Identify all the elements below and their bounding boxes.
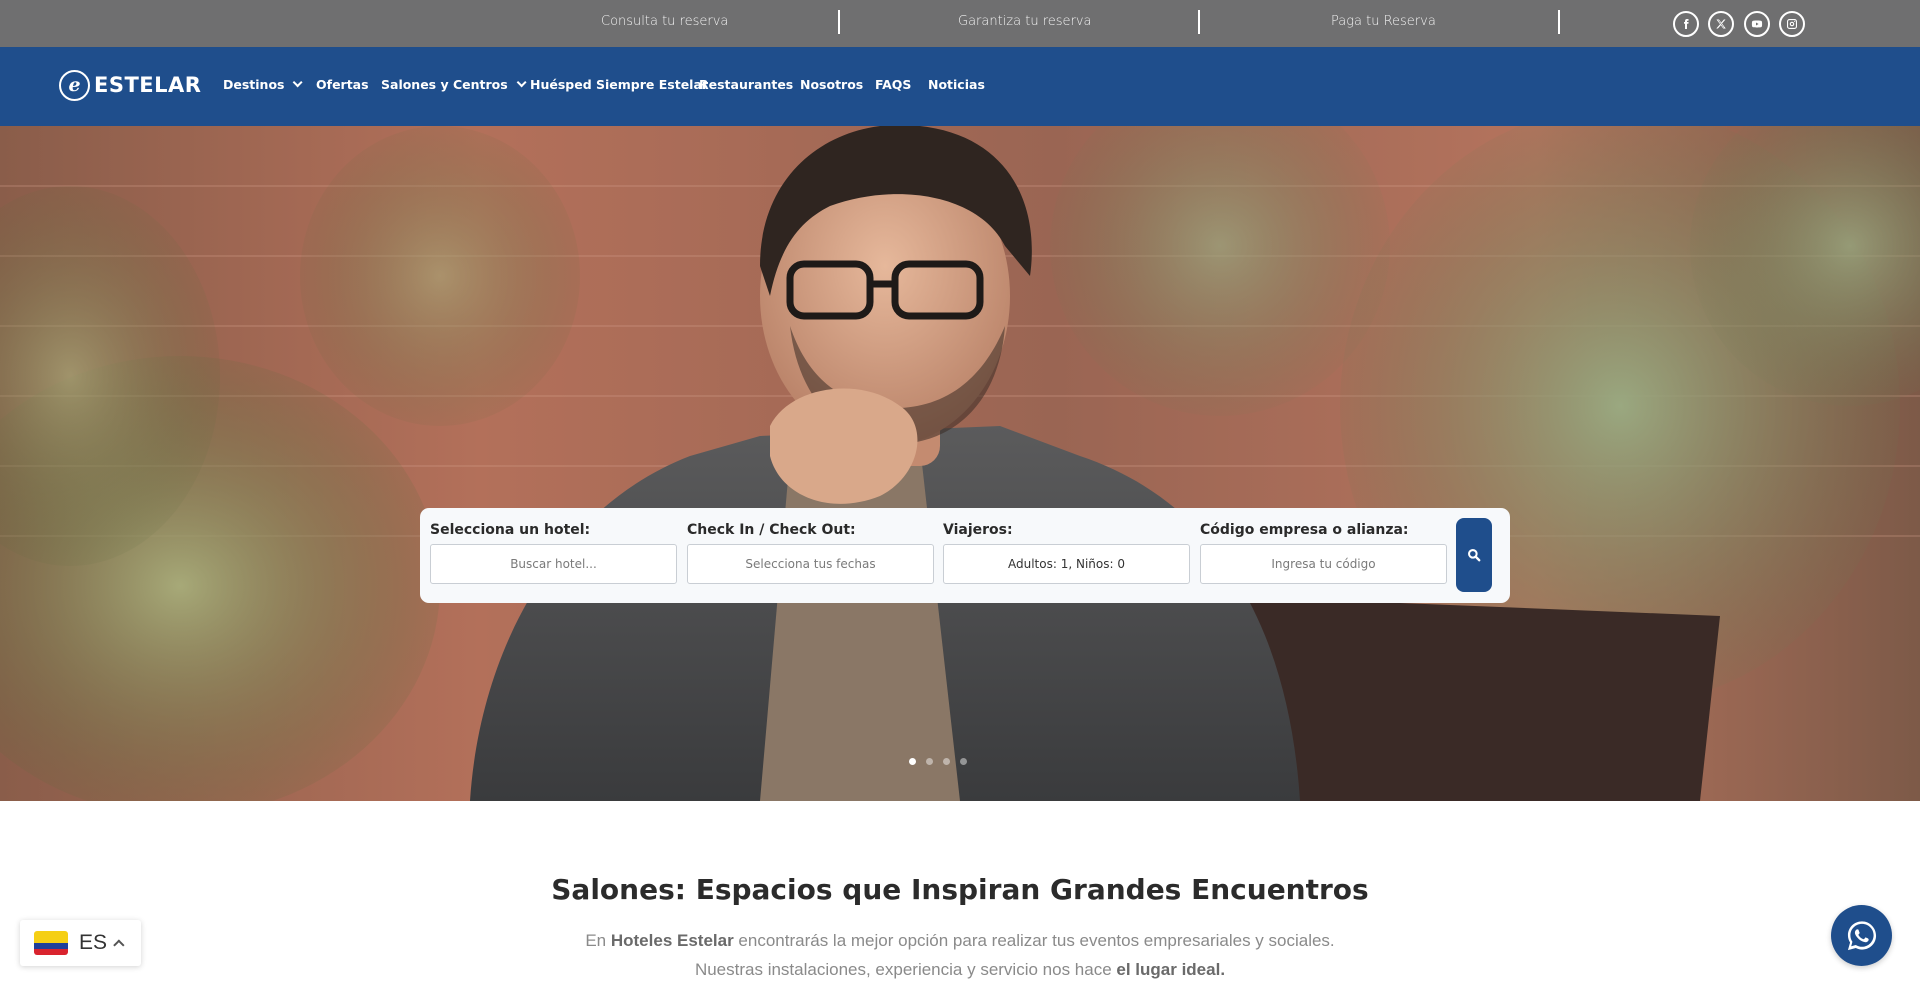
date-range-picker[interactable]: Selecciona tus fechas	[687, 544, 934, 584]
carousel-dot-2[interactable]	[926, 758, 933, 765]
search-button[interactable]	[1456, 518, 1492, 592]
language-switcher[interactable]: ES	[20, 920, 141, 966]
estelar-logo[interactable]: e ESTELAR	[59, 69, 201, 101]
nav-label: Destinos	[223, 77, 285, 92]
description-line-2: Nuestras instalaciones, experiencia y se…	[0, 955, 1920, 984]
nav-label: Ofertas	[316, 77, 369, 92]
top-utility-bar: Consulta tu reserva Garantiza tu reserva…	[0, 0, 1920, 47]
text-run: Nuestras instalaciones, experiencia y se…	[694, 960, 1117, 979]
colombia-flag-icon	[34, 931, 68, 955]
nav-label: Huésped Siempre Estelar	[530, 77, 709, 92]
x-twitter-icon[interactable]	[1708, 11, 1734, 37]
search-icon	[1468, 549, 1481, 562]
ideal-place-highlight: el lugar ideal.	[1116, 960, 1226, 979]
garantiza-reserva-link[interactable]: Garantiza tu reserva	[958, 14, 1092, 29]
carousel-dot-3[interactable]	[943, 758, 950, 765]
section-title: Salones: Espacios que Inspiran Grandes E…	[551, 873, 1369, 906]
nav-item-faqs[interactable]: FAQS	[875, 77, 911, 92]
youtube-icon[interactable]	[1744, 11, 1770, 37]
chevron-down-icon	[516, 77, 527, 88]
hotel-select-label: Selecciona un hotel:	[430, 522, 591, 538]
language-code: ES	[79, 931, 108, 954]
promo-code-input[interactable]: Ingresa tu código	[1200, 544, 1447, 584]
consulta-reserva-link[interactable]: Consulta tu reserva	[601, 14, 728, 29]
whatsapp-button[interactable]	[1831, 905, 1892, 966]
divider	[1198, 10, 1200, 34]
nav-item-ofertas[interactable]: Ofertas	[316, 77, 369, 92]
hero-banner	[0, 126, 1920, 801]
whatsapp-icon	[1847, 920, 1876, 950]
text-run: En	[585, 931, 611, 950]
nav-item-salones[interactable]: Salones y Centros	[381, 77, 527, 92]
text-run: encontrarás la mejor opción para realiza…	[733, 931, 1335, 950]
facebook-icon[interactable]	[1673, 11, 1699, 37]
section-description: En Hoteles Estelar encontrarás la mejor …	[0, 926, 1920, 984]
nav-item-destinos[interactable]: Destinos	[223, 77, 304, 92]
hero-photo	[0, 126, 1920, 801]
paga-reserva-link[interactable]: Paga tu Reserva	[1331, 14, 1436, 29]
logo-wordmark: ESTELAR	[94, 73, 202, 97]
carousel-dots	[909, 758, 967, 765]
nav-label: Nosotros	[800, 77, 864, 92]
nav-label: Noticias	[928, 77, 985, 92]
brand-name-highlight: Hoteles Estelar	[610, 931, 734, 950]
nav-label: Salones y Centros	[381, 77, 508, 92]
divider	[838, 10, 840, 34]
main-navigation: e ESTELAR Destinos Ofertas Salones y Cen…	[0, 47, 1920, 126]
promo-code-label: Código empresa o alianza:	[1200, 522, 1409, 538]
instagram-icon[interactable]	[1779, 11, 1805, 37]
nav-item-restaurantes[interactable]: Restaurantes	[699, 77, 793, 92]
divider	[1558, 10, 1560, 34]
description-line-1: En Hoteles Estelar encontrarás la mejor …	[0, 926, 1920, 955]
hotel-search-widget: Selecciona un hotel: Buscar hotel... Che…	[420, 508, 1510, 603]
nav-label: FAQS	[875, 77, 912, 92]
travelers-label: Viajeros:	[943, 522, 1013, 538]
nav-item-huesped[interactable]: Huésped Siempre Estelar	[530, 77, 708, 92]
carousel-dot-4[interactable]	[960, 758, 967, 765]
logo-mark: e	[59, 69, 90, 101]
dates-label: Check In / Check Out:	[687, 522, 856, 538]
nav-label: Restaurantes	[699, 77, 794, 92]
travelers-selector[interactable]: Adultos: 1, Niños: 0	[943, 544, 1190, 584]
nav-item-nosotros[interactable]: Nosotros	[800, 77, 863, 92]
chevron-up-icon	[113, 939, 125, 951]
hotel-search-input[interactable]: Buscar hotel...	[430, 544, 677, 584]
carousel-dot-1[interactable]	[909, 758, 916, 765]
nav-item-noticias[interactable]: Noticias	[928, 77, 985, 92]
chevron-down-icon	[293, 77, 304, 88]
